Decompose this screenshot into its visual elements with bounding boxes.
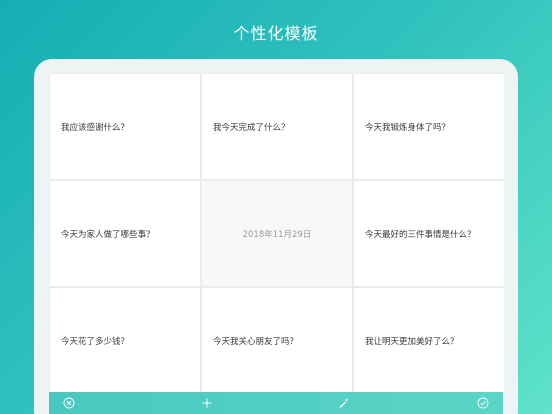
date-label: 2018年11月29日 [202, 181, 352, 286]
close-button[interactable] [61, 395, 77, 411]
check-circle-icon [477, 397, 489, 409]
template-cell-exercise[interactable]: 今天我锻炼身体了吗？ [354, 74, 504, 179]
magic-wand-icon [339, 398, 349, 408]
confirm-button[interactable] [475, 395, 491, 411]
template-cell-spending[interactable]: 今天花了多少钱？ [50, 288, 200, 393]
page-title: 个性化模板 [233, 24, 319, 43]
close-circle-icon [63, 397, 75, 409]
magic-wand-button[interactable] [336, 395, 352, 411]
add-button[interactable] [199, 395, 215, 411]
plus-icon [202, 398, 212, 408]
template-cell-gratitude[interactable]: 我应该感谢什么？ [50, 74, 200, 179]
template-cell-accomplished[interactable]: 我今天完成了什么？ [202, 74, 352, 179]
bottom-toolbar [49, 392, 503, 414]
template-grid: 我应该感谢什么？ 我今天完成了什么？ 今天我锻炼身体了吗？ 今天为家人做了哪些事… [49, 73, 504, 393]
template-cell-family[interactable]: 今天为家人做了哪些事？ [50, 181, 200, 286]
template-cell-tomorrow[interactable]: 我让明天更加美好了么？ [354, 288, 504, 393]
tablet-screen: 我应该感谢什么？ 我今天完成了什么？ 今天我锻炼身体了吗？ 今天为家人做了哪些事… [49, 73, 504, 414]
template-cell-friends[interactable]: 今天我关心朋友了吗？ [202, 288, 352, 393]
template-cell-best-three[interactable]: 今天最好的三件事情是什么？ [354, 181, 504, 286]
